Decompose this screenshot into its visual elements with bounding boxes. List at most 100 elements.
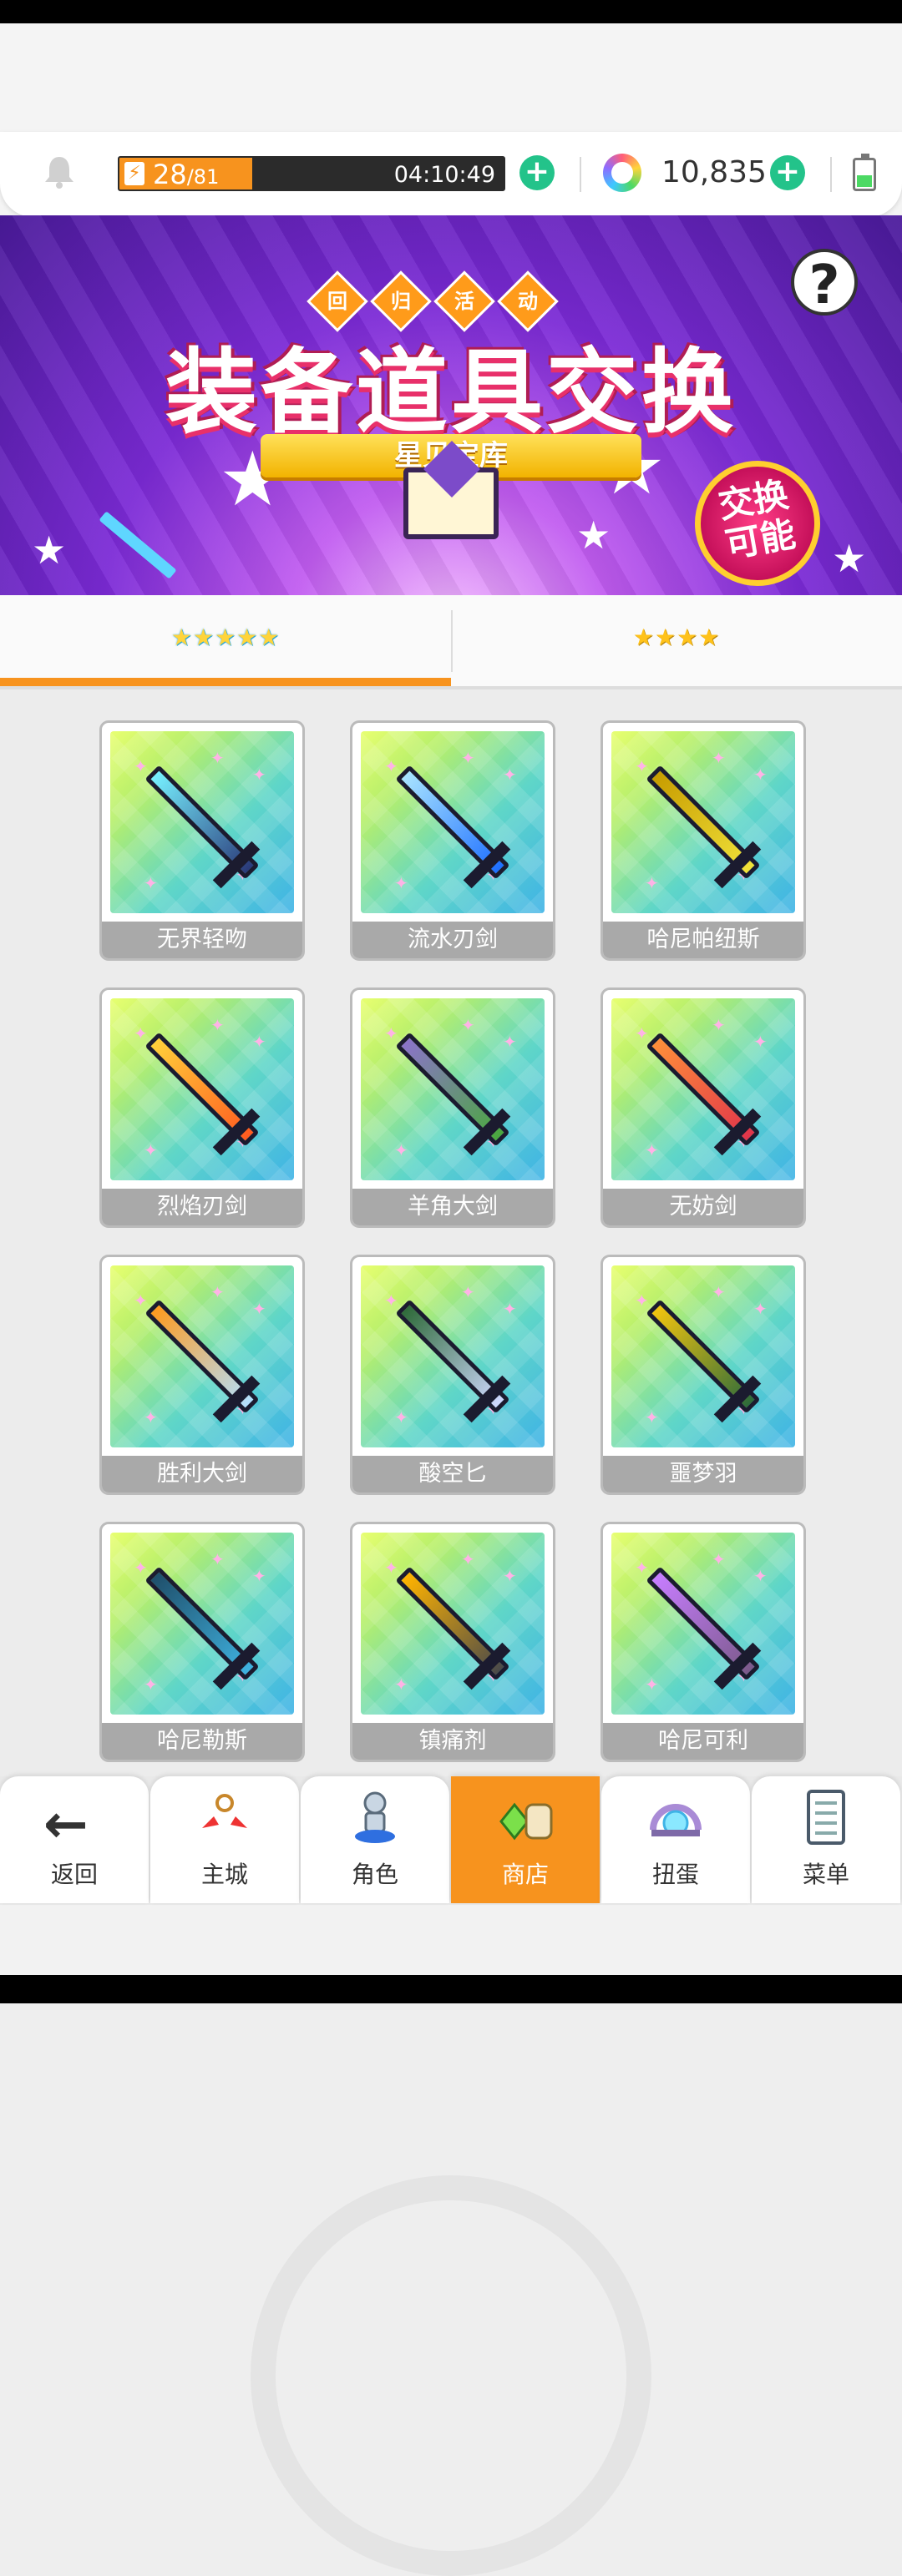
gacha-icon — [646, 1788, 705, 1846]
tab-four-star-label: ★★★★ — [632, 624, 721, 651]
sparkle-icon: ✦ — [503, 1032, 517, 1052]
nav-label: 商店 — [501, 1861, 549, 1888]
star-decoration: ★ — [32, 528, 67, 573]
sparkle-icon: ✦ — [753, 765, 768, 785]
weapon-item[interactable]: ✦✦✦✦✦ 烈焰刃剑 — [102, 990, 302, 1225]
weapon-name: 噩梦羽 — [603, 1456, 803, 1493]
weapon-image: ✦✦✦✦✦ — [361, 1533, 545, 1715]
weapon-item[interactable]: ✦✦✦✦✦ 无界轻吻 — [102, 723, 302, 958]
battery-icon — [853, 154, 876, 191]
sparkle-icon: ✦ — [461, 1015, 475, 1035]
sparkle-icon: ✦ — [635, 1023, 649, 1043]
weapon-image: ✦✦✦✦✦ — [110, 1265, 294, 1447]
gem-icon — [603, 154, 641, 192]
nav-character[interactable]: 角色 — [301, 1776, 449, 1903]
nav-menu[interactable]: 菜单 — [752, 1776, 900, 1903]
sparkle-icon: ✦ — [252, 1566, 266, 1586]
system-bar-top — [0, 0, 902, 23]
sparkle-icon: ✦ — [503, 1566, 517, 1586]
sparkle-icon: ✦ — [645, 1674, 659, 1695]
lightning-icon: ⚡ — [124, 162, 144, 185]
weapon-item[interactable]: ✦✦✦✦✦酸空匕 — [352, 1257, 553, 1493]
gem-count: 10,835 — [661, 155, 767, 189]
weapon-image: ✦✦✦✦✦ — [361, 1265, 545, 1447]
divider — [580, 157, 581, 192]
weapon-image: ✦✦✦✦✦ — [110, 998, 294, 1180]
tab-four-star[interactable]: ★★★★ — [451, 595, 902, 687]
sparkle-icon: ✦ — [635, 1558, 649, 1578]
weapon-image: ✦✦✦✦✦ — [361, 998, 545, 1180]
tab-five-star[interactable]: ★★★★★ — [0, 595, 451, 687]
sparkle-icon: ✦ — [461, 748, 475, 768]
system-bar-bottom — [0, 1975, 902, 2003]
nav-label: 扭蛋 — [651, 1861, 699, 1888]
weapon-name: 哈尼帕纽斯 — [603, 922, 803, 958]
weapon-item[interactable]: ✦✦✦✦✦镇痛剂 — [352, 1524, 553, 1760]
event-badge: 活 — [433, 270, 495, 332]
weapon-name: 羊角大剑 — [352, 1189, 553, 1225]
weapon-item[interactable]: ✦✦✦✦✦ 流水刃剑 — [352, 723, 553, 958]
nav-gacha[interactable]: 扭蛋 — [601, 1776, 750, 1903]
star-decoration: ★ — [832, 536, 867, 581]
sparkle-icon: ✦ — [645, 873, 659, 893]
sparkle-icon: ✦ — [635, 1291, 649, 1311]
weapon-name: 无界轻吻 — [102, 922, 302, 958]
weapon-image: ✦✦✦✦✦ — [110, 731, 294, 913]
banner-title: 装备道具交换 — [165, 339, 737, 446]
sparkle-icon: ✦ — [144, 1674, 158, 1695]
weapon-name: 流水刃剑 — [352, 922, 553, 958]
sparkle-icon: ✦ — [712, 1549, 726, 1569]
help-button[interactable]: ? — [791, 249, 858, 316]
nav-shop[interactable]: 商店 — [451, 1776, 600, 1903]
energy-timer: 04:10:49 — [393, 162, 495, 188]
event-badge: 归 — [370, 270, 432, 332]
rarity-tabs: ★★★★★ ★★★★ — [0, 595, 902, 687]
energy-bar: ⚡ 28/81 04:10:49 — [118, 156, 505, 191]
nav-label: 返回 — [50, 1861, 98, 1888]
sparkle-icon: ✦ — [753, 1032, 768, 1052]
weapon-item[interactable]: ✦✦✦✦✦哈尼勒斯 — [102, 1524, 302, 1760]
weapon-name: 烈焰刃剑 — [102, 1189, 302, 1225]
sparkle-icon: ✦ — [394, 1407, 408, 1427]
sparkle-icon: ✦ — [712, 1015, 726, 1035]
sparkle-icon: ✦ — [394, 1674, 408, 1695]
nav-back-arrow[interactable]: ← 返回 — [0, 1776, 149, 1903]
sparkle-icon: ✦ — [712, 1282, 726, 1302]
weapon-image: ✦✦✦✦✦ — [611, 998, 795, 1180]
weapon-item[interactable]: ✦✦✦✦✦哈尼帕纽斯 — [603, 723, 803, 958]
weapon-item[interactable]: ✦✦✦✦✦无妨剑 — [603, 990, 803, 1225]
bottom-navigation: ← 返回 主城 角色 商店 扭蛋 菜单 — [0, 1776, 902, 1903]
add-energy-button[interactable]: + — [519, 155, 555, 190]
sparkle-icon: ✦ — [210, 1282, 225, 1302]
bell-icon[interactable] — [40, 153, 79, 191]
star-decoration: ★ — [576, 513, 611, 558]
weapon-item[interactable]: ✦✦✦✦✦胜利大剑 — [102, 1257, 302, 1493]
event-badge: 动 — [497, 270, 559, 332]
sparkle-icon: ✦ — [384, 1291, 398, 1311]
back-arrow-icon: ← — [43, 1794, 89, 1856]
sparkle-icon: ✦ — [144, 1407, 158, 1427]
nav-castle[interactable]: 主城 — [150, 1776, 299, 1903]
treasure-chest-icon — [403, 467, 499, 539]
sparkle-icon: ✦ — [753, 1566, 768, 1586]
castle-icon — [195, 1788, 254, 1846]
nav-label: 菜单 — [802, 1861, 849, 1888]
sparkle-icon: ✦ — [461, 1282, 475, 1302]
bottom-strip — [0, 1905, 902, 1975]
weapon-image: ✦✦✦✦✦ — [361, 731, 545, 913]
sparkle-icon: ✦ — [384, 1023, 398, 1043]
weapon-item[interactable]: ✦✦✦✦✦噩梦羽 — [603, 1257, 803, 1493]
weapon-name: 镇痛剂 — [352, 1723, 553, 1760]
weapon-item[interactable]: ✦✦✦✦✦哈尼可利 — [603, 1524, 803, 1760]
add-gems-button[interactable]: + — [770, 155, 805, 190]
sparkle-icon: ✦ — [252, 1299, 266, 1319]
weapon-image: ✦✦✦✦✦ — [110, 1533, 294, 1715]
weapon-item[interactable]: ✦✦✦✦✦羊角大剑 — [352, 990, 553, 1225]
tab-five-star-label: ★★★★★ — [170, 624, 281, 651]
sparkle-icon: ✦ — [635, 756, 649, 776]
sparkle-icon: ✦ — [210, 748, 225, 768]
sparkle-icon: ✦ — [394, 1140, 408, 1160]
menu-icon — [797, 1788, 855, 1846]
sparkle-icon: ✦ — [210, 1549, 225, 1569]
sparkle-icon: ✦ — [461, 1549, 475, 1569]
